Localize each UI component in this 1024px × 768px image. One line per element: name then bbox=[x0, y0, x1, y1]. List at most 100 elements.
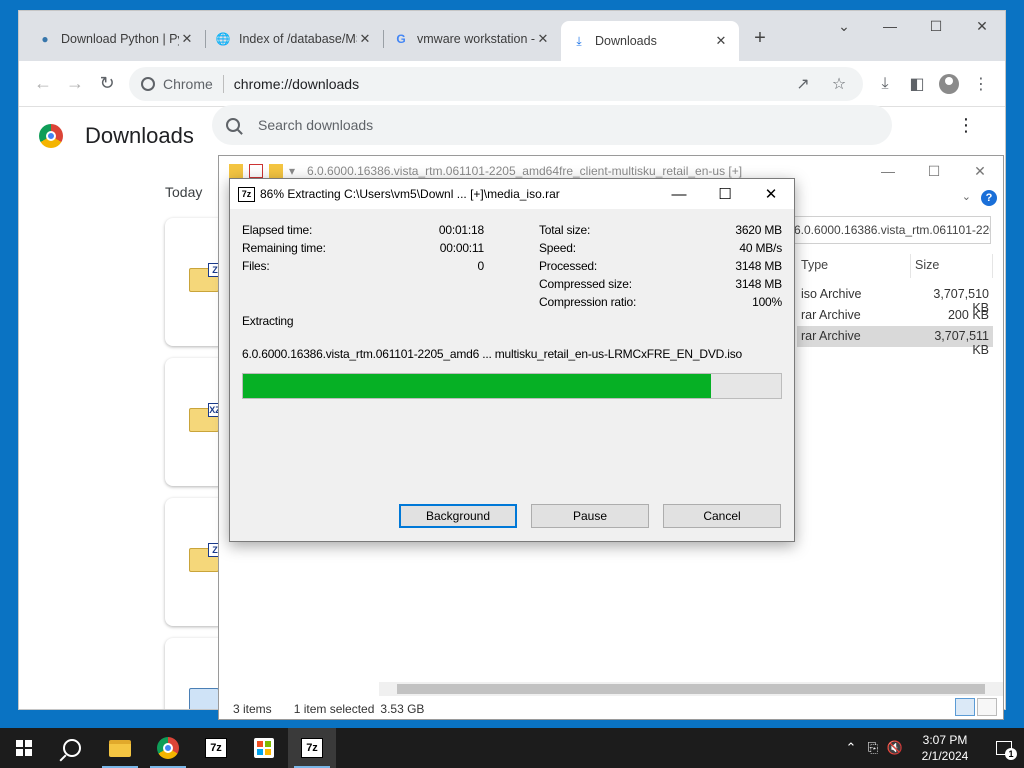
url-text[interactable]: chrome://downloads bbox=[234, 76, 787, 92]
new-tab-button[interactable]: + bbox=[745, 23, 775, 53]
clock-date: 2/1/2024 bbox=[921, 749, 969, 763]
7zip-icon: 7z bbox=[301, 738, 323, 758]
search-button[interactable] bbox=[48, 728, 96, 768]
volume-muted-icon[interactable]: 🔇 bbox=[884, 728, 906, 768]
total-size-label: Total size: bbox=[539, 223, 591, 237]
maximize-button[interactable]: ☐ bbox=[911, 156, 957, 186]
side-panel-icon[interactable]: ◧ bbox=[901, 68, 933, 100]
tab-title: vmware workstation - Google Search bbox=[417, 32, 535, 46]
close-icon[interactable]: ✕ bbox=[713, 33, 729, 49]
network-icon[interactable]: ⎘ bbox=[862, 728, 884, 768]
cell-size: 3,707,510 KB bbox=[933, 287, 989, 315]
cell-type: rar Archive bbox=[801, 308, 861, 322]
column-header-type[interactable]: Type bbox=[797, 254, 911, 278]
chrome-icon bbox=[157, 737, 179, 759]
background-button[interactable]: Background bbox=[399, 504, 517, 528]
tab-python[interactable]: ● Download Python | Python.org ✕ bbox=[27, 21, 205, 57]
quick-access-dropdown-icon[interactable]: ▾ bbox=[289, 164, 295, 178]
site-chip-label: Chrome bbox=[163, 75, 213, 92]
large-icons-view-button[interactable] bbox=[977, 698, 997, 716]
tab-search-icon[interactable]: ⌄ bbox=[821, 11, 867, 41]
taskbar-chrome[interactable] bbox=[144, 728, 192, 768]
chevron-up-icon[interactable]: ⌃ bbox=[840, 728, 862, 768]
maximize-button[interactable]: ☐ bbox=[702, 179, 748, 209]
dialog-titlebar: 7z 86% Extracting C:\Users\vm5\Downl ...… bbox=[230, 179, 794, 209]
speed-label: Speed: bbox=[539, 241, 576, 255]
minimize-button[interactable]: — bbox=[865, 156, 911, 186]
close-icon[interactable]: ✕ bbox=[357, 31, 373, 47]
address-bar[interactable]: Chrome chrome://downloads ↗ ☆ bbox=[129, 66, 863, 101]
remaining-time-label: Remaining time: bbox=[242, 241, 326, 255]
taskbar-store[interactable] bbox=[240, 728, 288, 768]
browser-toolbar: ← → ↻ Chrome chrome://downloads ↗ ☆ ⤓ ◧ … bbox=[19, 61, 1005, 107]
share-icon[interactable]: ↗ bbox=[787, 68, 819, 100]
scrollbar-thumb[interactable] bbox=[397, 684, 985, 694]
archive-file-icon: XZ bbox=[189, 403, 222, 432]
notification-center-button[interactable]: 1 bbox=[984, 728, 1024, 768]
downloads-icon[interactable]: ⤓ bbox=[869, 68, 901, 100]
more-options-icon[interactable]: ⋮ bbox=[957, 115, 975, 136]
site-chip[interactable]: Chrome bbox=[141, 74, 224, 93]
globe-icon: 🌐 bbox=[215, 32, 231, 46]
status-selected-count: 1 item selected bbox=[293, 702, 375, 716]
remaining-time-value: 00:00:11 bbox=[439, 241, 484, 255]
tab-index-database[interactable]: 🌐 Index of /database/MSDN ✕ bbox=[205, 21, 383, 57]
forward-button[interactable]: → bbox=[59, 68, 91, 100]
taskbar-7zip[interactable]: 7z bbox=[192, 728, 240, 768]
status-selected-size: 3.53 GB bbox=[380, 702, 425, 716]
reload-button[interactable]: ↻ bbox=[91, 68, 123, 100]
processed-value: 3148 MB bbox=[735, 259, 782, 273]
page-title: Downloads bbox=[85, 123, 194, 148]
cell-type: rar Archive bbox=[801, 329, 861, 343]
start-button[interactable] bbox=[0, 728, 48, 768]
maximize-button[interactable]: ☐ bbox=[913, 11, 959, 41]
horizontal-scrollbar[interactable] bbox=[379, 682, 1003, 696]
pause-button[interactable]: Pause bbox=[531, 504, 649, 528]
google-icon: G bbox=[396, 32, 406, 46]
search-downloads-input[interactable]: Search downloads bbox=[212, 105, 892, 145]
tab-downloads[interactable]: ⤓ Downloads ✕ bbox=[561, 21, 739, 61]
current-file-name: 6.0.6000.16386.vista_rtm.061101-2205_amd… bbox=[242, 347, 742, 361]
processed-label: Processed: bbox=[539, 259, 598, 273]
path-input[interactable]: 6.0.6000.16386.vista_rtm.061101-2205_amd… bbox=[789, 216, 991, 244]
avatar bbox=[939, 73, 959, 94]
window-title: 6.0.6000.16386.vista_rtm.061101-2205_amd… bbox=[307, 164, 743, 178]
menu-icon[interactable]: ⋮ bbox=[965, 68, 997, 100]
tab-title: Downloads bbox=[595, 34, 657, 48]
close-icon[interactable]: ✕ bbox=[535, 31, 551, 47]
close-window-button[interactable]: ✕ bbox=[959, 11, 1005, 41]
minimize-button[interactable]: — bbox=[867, 11, 913, 41]
store-icon bbox=[254, 738, 274, 758]
ribbon-expand-icon[interactable]: ⌄ bbox=[962, 190, 971, 203]
close-window-button[interactable]: ✕ bbox=[957, 156, 1003, 186]
taskbar-7zip-active[interactable]: 7z bbox=[288, 728, 336, 768]
minimize-button[interactable]: — bbox=[656, 179, 702, 209]
windows-logo-icon bbox=[16, 740, 32, 756]
folder-icon bbox=[229, 164, 243, 178]
column-header-size[interactable]: Size bbox=[911, 254, 993, 278]
help-icon[interactable]: ? bbox=[981, 190, 997, 206]
notification-icon: 1 bbox=[996, 741, 1017, 760]
clock-time: 3:07 PM bbox=[922, 733, 968, 747]
table-row[interactable]: rar Archive 200 KB bbox=[797, 305, 993, 326]
table-row[interactable]: rar Archive 3,707,511 KB bbox=[797, 326, 993, 357]
elapsed-time-label: Elapsed time: bbox=[242, 223, 313, 237]
bookmark-star-icon[interactable]: ☆ bbox=[823, 68, 855, 100]
tab-google-search[interactable]: G vmware workstation - Google Search ✕ bbox=[383, 21, 561, 57]
compression-ratio-label: Compression ratio: bbox=[539, 295, 637, 309]
details-view-button[interactable] bbox=[955, 698, 975, 716]
cancel-button[interactable]: Cancel bbox=[663, 504, 781, 528]
tab-title: Download Python | Python.org bbox=[61, 32, 179, 46]
table-row[interactable]: iso Archive 3,707,510 KB bbox=[797, 284, 993, 315]
clock[interactable]: 3:07 PM 2/1/2024 bbox=[906, 732, 984, 764]
back-button[interactable]: ← bbox=[27, 68, 59, 100]
archive-file-icon: Z bbox=[189, 263, 222, 292]
close-icon[interactable]: ✕ bbox=[179, 31, 195, 47]
profile-button[interactable] bbox=[933, 68, 965, 100]
7zip-icon: 7z bbox=[238, 186, 255, 202]
close-window-button[interactable]: ✕ bbox=[748, 179, 794, 209]
operation-label: Extracting bbox=[242, 314, 294, 328]
compression-ratio-value: 100% bbox=[752, 295, 782, 309]
properties-icon bbox=[249, 164, 263, 178]
taskbar-file-explorer[interactable] bbox=[96, 728, 144, 768]
